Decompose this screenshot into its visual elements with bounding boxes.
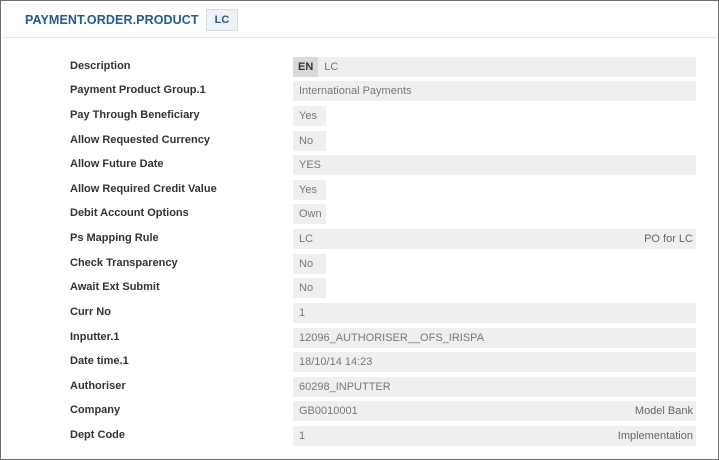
field-value-box: 1 [293,303,696,323]
field-row-payment-product-group: Payment Product Group.1 International Pa… [1,81,718,101]
field-value: 60298_INPUTTER [299,381,391,393]
field-row-company: Company GB0010001 Model Bank [1,401,718,421]
field-value: No [299,135,314,147]
field-label: Authoriser [70,380,126,392]
field-row-await-ext-submit: Await Ext Submit No [1,278,718,298]
field-label: Inputter.1 [70,331,120,343]
field-value: GB0010001 [299,405,358,417]
field-value-box: 18/10/14 14:23 [293,352,696,372]
field-value: LC [324,61,339,73]
field-label: Payment Product Group.1 [70,84,206,96]
field-value-box: No [293,278,326,298]
record-header: PAYMENT.ORDER.PRODUCT LC [2,2,717,38]
field-label: Allow Requested Currency [70,134,210,146]
field-label: Pay Through Beneficiary [70,109,200,121]
field-value-box: International Payments [293,81,696,101]
field-value: 12096_AUTHORISER__OFS_IRISPA [299,332,485,344]
field-row-authoriser: Authoriser 60298_INPUTTER [1,377,718,397]
field-row-curr-no: Curr No 1 [1,303,718,323]
field-label: Check Transparency [70,257,178,269]
field-row-inputter: Inputter.1 12096_AUTHORISER__OFS_IRISPA [1,328,718,348]
record-view-window: PAYMENT.ORDER.PRODUCT LC Description EN … [0,0,719,460]
field-label: Dept Code [70,429,125,441]
field-enrichment: Model Bank [634,405,693,417]
field-value-box: Yes [293,106,326,126]
field-enrichment: PO for LC [644,233,693,245]
field-value: YES [299,159,322,171]
field-value-box: Own [293,204,326,224]
field-label: Debit Account Options [70,207,189,219]
field-value: 18/10/14 14:23 [299,356,373,368]
field-row-description: Description EN LC [1,57,718,77]
field-label: Description [70,60,131,72]
field-label: Ps Mapping Rule [70,232,159,244]
field-value-box: No [293,254,326,274]
field-row-debit-account-options: Debit Account Options Own [1,204,718,224]
field-value-box: LC PO for LC [293,229,696,249]
field-label: Allow Required Credit Value [70,183,217,195]
field-row-allow-requested-currency: Allow Requested Currency No [1,131,718,151]
field-label: Await Ext Submit [70,281,160,293]
field-row-dept-code: Dept Code 1 Implementation [1,426,718,446]
field-value: LC [299,233,314,245]
field-value-box: Yes [293,180,326,200]
field-value-box: GB0010001 Model Bank [293,401,696,421]
field-label: Allow Future Date [70,158,164,170]
field-row-ps-mapping-rule: Ps Mapping Rule LC PO for LC [1,229,718,249]
field-value-box: No [293,131,326,151]
field-label: Curr No [70,306,111,318]
field-value: Own [299,208,322,220]
field-value-box: YES [293,155,696,175]
field-row-allow-required-credit-value: Allow Required Credit Value Yes [1,180,718,200]
field-value: International Payments [299,85,412,97]
field-row-date-time: Date time.1 18/10/14 14:23 [1,352,718,372]
field-row-allow-future-date: Allow Future Date YES [1,155,718,175]
field-value: Yes [299,184,317,196]
field-value-box: 60298_INPUTTER [293,377,696,397]
field-value-box: 12096_AUTHORISER__OFS_IRISPA [293,328,696,348]
field-value: Yes [299,110,317,122]
field-label: Date time.1 [70,355,129,367]
field-value-box: EN LC [293,57,696,77]
field-value: 1 [299,430,306,442]
field-row-check-transparency: Check Transparency No [1,254,718,274]
field-enrichment: Implementation [617,430,693,442]
language-tag: EN [293,57,319,77]
field-label: Company [70,404,121,416]
field-value: No [299,258,314,270]
record-id-badge[interactable]: LC [205,8,239,31]
field-value: 1 [299,307,306,319]
field-value-box: 1 Implementation [293,426,696,446]
application-title: PAYMENT.ORDER.PRODUCT [25,12,199,27]
field-row-pay-through-beneficiary: Pay Through Beneficiary Yes [1,106,718,126]
field-value: No [299,282,314,294]
